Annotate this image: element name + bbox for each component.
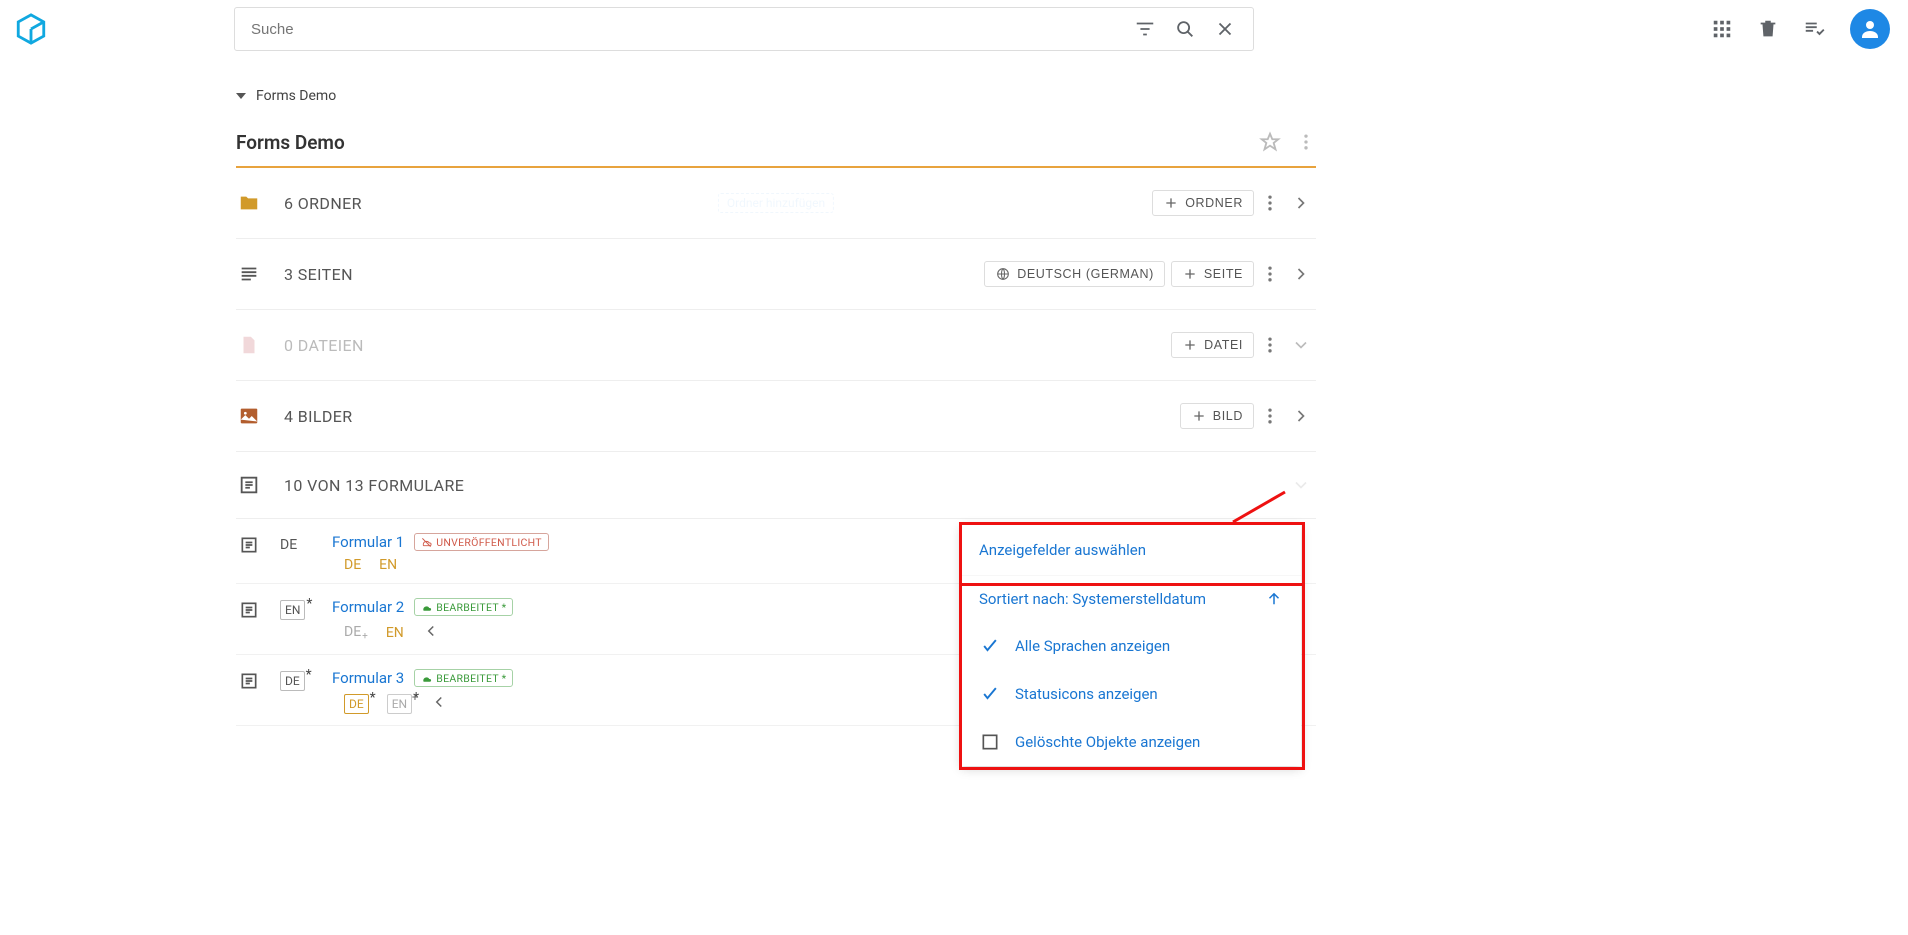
back-arrow-icon[interactable] (430, 693, 448, 715)
breadcrumb[interactable]: Forms Demo (236, 88, 1316, 104)
app-logo (14, 12, 48, 46)
add-folder-button[interactable]: ORDNER (1152, 190, 1254, 216)
images-label: 4 BILDER (284, 407, 353, 426)
pages-expand-icon[interactable] (1286, 264, 1316, 284)
section-forms: 10 VON 13 FORMULARE (236, 452, 1316, 519)
close-icon[interactable] (1205, 9, 1245, 49)
playlist-check-icon[interactable] (1794, 9, 1834, 49)
popup-status-icons[interactable]: Statusicons anzeigen (961, 670, 1301, 718)
status-badge: BEARBEITET * (414, 669, 513, 687)
lang-code[interactable]: EN (386, 625, 404, 641)
filter-icon[interactable] (1125, 9, 1165, 49)
search-icon[interactable] (1165, 9, 1205, 49)
arrow-up-icon (1265, 590, 1283, 608)
section-folders: 6 ORDNER Ordner hinzufügen ORDNER (236, 168, 1316, 239)
lang-code[interactable]: DE+ (344, 624, 368, 643)
section-images: 4 BILDER BILD (236, 381, 1316, 452)
pages-label: 3 SEITEN (284, 265, 353, 284)
form-icon (236, 598, 262, 620)
content: Forms Demo Forms Demo 6 ORDNER Ordner hi… (236, 58, 1316, 786)
images-more-icon[interactable] (1260, 406, 1280, 426)
popup-all-languages[interactable]: Alle Sprachen anzeigen (961, 622, 1301, 670)
file-icon (236, 334, 262, 356)
star-icon[interactable] (1250, 122, 1290, 162)
form-body: Formular 3 BEARBEITET * DE EN (332, 669, 513, 715)
section-files: 0 DATEIEN DATEI (236, 310, 1316, 381)
lang-code[interactable]: EN (379, 557, 397, 573)
pages-icon (236, 263, 262, 285)
topbar (0, 0, 1908, 58)
trash-icon[interactable] (1748, 9, 1788, 49)
add-image-button[interactable]: BILD (1180, 403, 1254, 429)
lang-chip: DE (280, 533, 314, 553)
form-body: Formular 2 BEARBEITET * DE+ EN (332, 598, 513, 644)
folders-more-icon[interactable] (1260, 193, 1280, 213)
section-pages: 3 SEITEN DEUTSCH (GERMAN) SEITE (236, 239, 1316, 310)
lang-line: DE+ EN (332, 622, 513, 644)
files-label: 0 DATEIEN (284, 336, 364, 355)
add-page-button[interactable]: SEITE (1171, 261, 1254, 287)
language-button[interactable]: DEUTSCH (GERMAN) (984, 261, 1165, 287)
folders-label: 6 ORDNER (284, 194, 362, 213)
popup-show-deleted[interactable]: Gelöschte Objekte anzeigen (961, 718, 1301, 766)
apps-icon[interactable] (1702, 9, 1742, 49)
page-title-row: Forms Demo (236, 122, 1316, 162)
lang-code[interactable]: DE (344, 694, 369, 714)
pages-more-icon[interactable] (1260, 264, 1280, 284)
files-more-icon[interactable] (1260, 335, 1280, 355)
form-link[interactable]: Formular 3 (332, 669, 404, 687)
images-expand-icon[interactable] (1286, 406, 1316, 426)
page-more-icon[interactable] (1296, 122, 1316, 162)
files-expand-icon[interactable] (1286, 335, 1316, 355)
forms-label: 10 VON 13 FORMULARE (284, 476, 464, 495)
lang-chip: DE (280, 669, 314, 691)
lang-code[interactable]: DE (344, 557, 361, 573)
add-file-button[interactable]: DATEI (1171, 332, 1254, 358)
search-bar (234, 7, 1254, 51)
form-link[interactable]: Formular 2 (332, 598, 404, 616)
popup-sort[interactable]: Sortiert nach: Systemerstelldatum (961, 576, 1301, 622)
folders-expand-icon[interactable] (1286, 193, 1316, 213)
lang-chip: EN (280, 598, 314, 620)
page-title: Forms Demo (236, 131, 345, 154)
check-icon (979, 636, 1001, 656)
status-badge: BEARBEITET * (414, 598, 513, 616)
popup-select-fields[interactable]: Anzeigefelder auswählen (961, 524, 1301, 576)
main-scroll[interactable]: Forms Demo Forms Demo 6 ORDNER Ordner hi… (0, 58, 1908, 935)
forms-expand-icon[interactable] (1286, 475, 1316, 495)
caret-down-icon (236, 93, 246, 99)
avatar[interactable] (1850, 9, 1890, 49)
back-arrow-icon[interactable] (422, 622, 440, 644)
check-icon (979, 684, 1001, 704)
breadcrumb-project: Forms Demo (256, 88, 336, 104)
top-right-actions (1702, 9, 1890, 49)
checkbox-empty-icon (979, 732, 1001, 752)
form-link[interactable]: Formular 1 (332, 533, 404, 551)
form-icon (236, 533, 262, 555)
status-badge: UNVERÖFFENTLICHT (414, 533, 549, 551)
forms-icon (236, 474, 262, 496)
search-input[interactable] (243, 21, 1125, 38)
lang-line: DE EN (332, 557, 549, 573)
lang-line: DE EN (332, 693, 513, 715)
form-body: Formular 1 UNVERÖFFENTLICHT DE EN (332, 533, 549, 573)
options-popup-wrap: Anzeigefelder auswählen Sortiert nach: S… (961, 524, 1301, 766)
lang-code[interactable]: EN (387, 694, 412, 714)
form-icon (236, 669, 262, 691)
image-icon (236, 405, 262, 427)
ghost-badge: Ordner hinzufügen (718, 193, 834, 213)
folder-icon (236, 192, 262, 214)
options-popup: Anzeigefelder auswählen Sortiert nach: S… (961, 524, 1301, 766)
